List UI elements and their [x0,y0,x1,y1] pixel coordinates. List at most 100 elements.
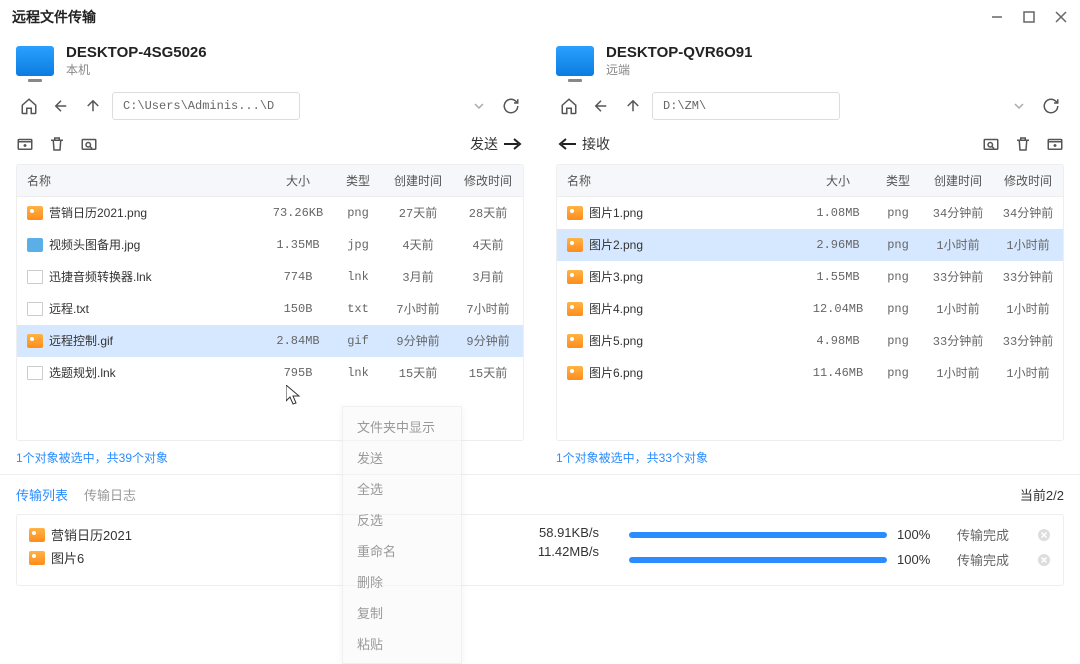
search-folder-button[interactable] [982,135,1000,153]
file-ctime: 4天前 [383,229,453,260]
col-mtime[interactable]: 修改时间 [453,165,523,196]
file-ctime: 1小时前 [923,229,993,260]
file-row[interactable]: 营销日历2021.png73.26KBpng27天前28天前 [17,197,523,229]
file-row[interactable]: 视频头图备用.jpg1.35MBjpg4天前4天前 [17,229,523,261]
file-row[interactable]: 图片1.png1.08MBpng34分钟前34分钟前 [557,197,1063,229]
file-name: 视频头图备用.jpg [49,236,140,253]
file-row[interactable]: 图片6.png11.46MBpng1小时前1小时前 [557,357,1063,389]
file-type: lnk [333,263,383,291]
new-folder-button[interactable] [16,135,34,153]
file-icon [27,206,43,220]
transfer-item[interactable]: 营销日历2021 [29,525,279,544]
transfer-close-button[interactable] [1037,528,1051,542]
context-menu-item[interactable]: 复制 [343,597,461,628]
tab-transfer-log[interactable]: 传输日志 [84,485,136,504]
chevron-down-icon [474,101,484,111]
context-menu-item[interactable]: 发送 [343,442,461,473]
file-type: jpg [333,231,383,259]
file-name: 远程.txt [49,300,89,317]
file-size: 1.35MB [263,231,333,259]
col-type[interactable]: 类型 [333,165,383,196]
local-host-name: DESKTOP-4SG5026 [66,44,207,61]
col-size[interactable]: 大小 [263,165,333,196]
file-size: 1.08MB [803,199,873,227]
file-row[interactable]: 远程控制.gif2.84MBgif9分钟前9分钟前 [17,325,523,357]
transfer-close-button[interactable] [1037,553,1051,567]
transfer-counter: 当前2/2 [1020,485,1064,504]
file-row[interactable]: 迅捷音频转换器.lnk774Blnk3月前3月前 [17,261,523,293]
monitor-icon [556,46,594,76]
file-row[interactable]: 图片2.png2.96MBpng1小时前1小时前 [557,229,1063,261]
context-menu-item[interactable]: 粘贴 [343,628,461,659]
new-folder-button[interactable] [1046,135,1064,153]
file-type: png [873,263,923,291]
file-mtime: 1小时前 [993,229,1063,260]
search-folder-button[interactable] [80,135,98,153]
file-name: 远程控制.gif [49,332,113,349]
refresh-button[interactable] [498,93,524,119]
file-mtime: 3月前 [453,261,523,292]
col-name[interactable]: 名称 [17,165,263,196]
delete-button[interactable] [48,135,66,153]
progress-bar [629,532,887,538]
remote-path-input[interactable] [652,92,840,120]
file-ctime: 9分钟前 [383,325,453,356]
maximize-button[interactable] [1022,10,1036,24]
file-size: 11.46MB [803,359,873,387]
up-button[interactable] [620,93,646,119]
context-menu-item[interactable]: 反选 [343,504,461,535]
file-icon [29,528,45,542]
local-host-role: 本机 [66,61,207,78]
remote-file-table: 名称 大小 类型 创建时间 修改时间 图片1.png1.08MBpng34分钟前… [556,164,1064,441]
transfer-item[interactable]: 图片6 [29,548,279,567]
minimize-button[interactable] [990,10,1004,24]
tab-transfer-list[interactable]: 传输列表 [16,485,68,504]
file-icon [567,206,583,220]
col-ctime[interactable]: 创建时间 [923,165,993,196]
file-type: gif [333,327,383,355]
context-menu-item[interactable]: 全选 [343,473,461,504]
local-path-input[interactable] [112,92,300,120]
col-mtime[interactable]: 修改时间 [993,165,1063,196]
file-ctime: 1小时前 [923,357,993,388]
receive-button[interactable]: 接收 [556,134,610,154]
file-size: 73.26KB [263,199,333,227]
col-size[interactable]: 大小 [803,165,873,196]
context-menu-item[interactable]: 文件夹中显示 [343,411,461,442]
file-icon [567,270,583,284]
file-name: 图片6.png [589,364,643,381]
back-button[interactable] [48,93,74,119]
transfer-name: 营销日历2021 [51,525,132,544]
home-button[interactable] [556,93,582,119]
remote-host-role: 远端 [606,61,752,78]
transfer-percent: 100% [897,527,947,542]
home-button[interactable] [16,93,42,119]
local-file-table: 名称 大小 类型 创建时间 修改时间 营销日历2021.png73.26KBpn… [16,164,524,441]
file-row[interactable]: 图片4.png12.04MBpng1小时前1小时前 [557,293,1063,325]
file-icon [567,302,583,316]
file-ctime: 1小时前 [923,293,993,324]
file-type: png [873,295,923,323]
file-row[interactable]: 选题规划.lnk795Blnk15天前15天前 [17,357,523,389]
col-type[interactable]: 类型 [873,165,923,196]
back-button[interactable] [588,93,614,119]
up-button[interactable] [80,93,106,119]
file-icon [567,366,583,380]
file-row[interactable]: 图片3.png1.55MBpng33分钟前33分钟前 [557,261,1063,293]
file-ctime: 33分钟前 [923,261,993,292]
delete-button[interactable] [1014,135,1032,153]
context-menu-item[interactable]: 重命名 [343,535,461,566]
file-row[interactable]: 远程.txt150Btxt7小时前7小时前 [17,293,523,325]
col-name[interactable]: 名称 [557,165,803,196]
file-row[interactable]: 图片5.png4.98MBpng33分钟前33分钟前 [557,325,1063,357]
send-button[interactable]: 发送 [470,134,524,154]
file-mtime: 15天前 [453,357,523,388]
remote-host-name: DESKTOP-QVR6O91 [606,44,752,61]
col-ctime[interactable]: 创建时间 [383,165,453,196]
context-menu-item[interactable]: 删除 [343,566,461,597]
file-size: 1.55MB [803,263,873,291]
file-mtime: 28天前 [453,197,523,228]
refresh-button[interactable] [1038,93,1064,119]
file-mtime: 1小时前 [993,293,1063,324]
close-button[interactable] [1054,10,1068,24]
